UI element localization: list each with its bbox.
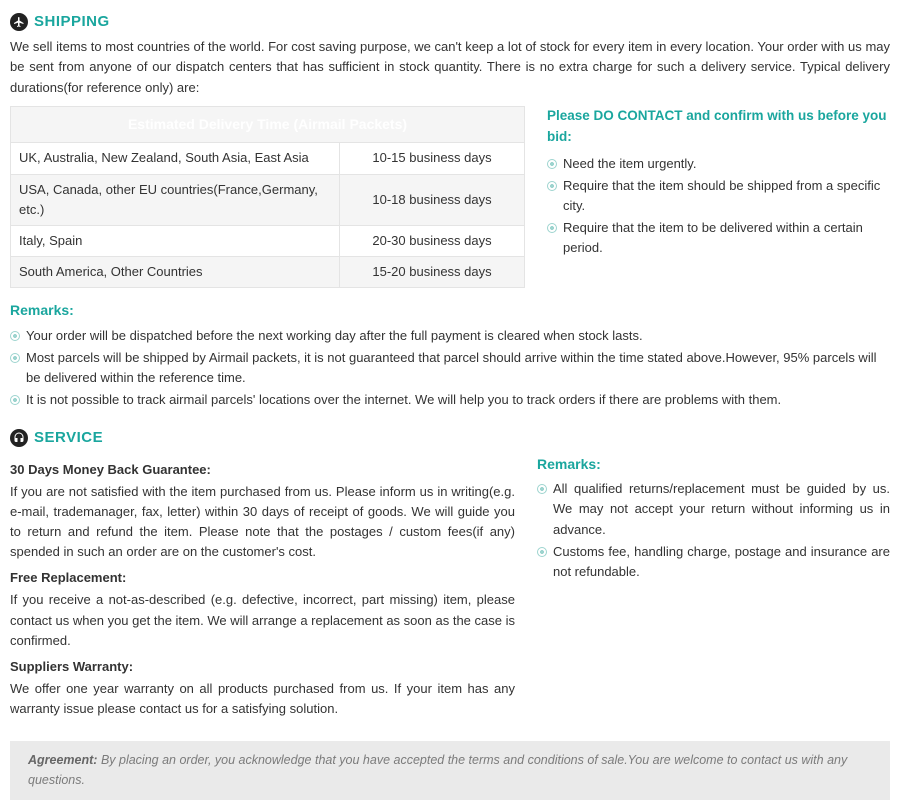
delivery-table-wrap: Estimated Delivery Time (Airmail Packets… [10,106,525,288]
bullet-icon [547,159,557,169]
agreement-text: By placing an order, you acknowledge tha… [28,753,847,786]
list-text: All qualified returns/replacement must b… [553,479,890,539]
list-item: Require that the item to be delivered wi… [547,218,890,258]
bullet-icon [537,484,547,494]
service-right-col: Remarks: All qualified returns/replaceme… [537,454,890,584]
list-text: Customs fee, handling charge, postage an… [553,542,890,582]
bullet-icon [10,331,20,341]
shipping-remarks-title: Remarks: [10,300,890,322]
list-text: Require that the item to be delivered wi… [563,218,890,258]
region-cell: South America, Other Countries [11,256,340,287]
duration-cell: 15-20 business days [340,256,525,287]
warranty-head: Suppliers Warranty: [10,657,515,677]
table-row: Italy, Spain20-30 business days [11,225,525,256]
shipping-header: SHIPPING [10,10,890,33]
duration-cell: 10-18 business days [340,174,525,225]
guarantee-body: If you are not satisfied with the item p… [10,482,515,563]
duration-cell: 20-30 business days [340,225,525,256]
table-row: South America, Other Countries15-20 busi… [11,256,525,287]
service-title: SERVICE [34,426,103,449]
list-text: Your order will be dispatched before the… [26,326,643,346]
region-cell: USA, Canada, other EU countries(France,G… [11,174,340,225]
service-remarks-title: Remarks: [537,454,890,476]
shipping-title: SHIPPING [34,10,110,33]
list-item: All qualified returns/replacement must b… [537,479,890,539]
service-header: SERVICE [10,426,890,449]
bullet-icon [547,181,557,191]
headset-icon [10,429,28,447]
delivery-table: Estimated Delivery Time (Airmail Packets… [10,106,525,288]
list-item: It is not possible to track airmail parc… [10,390,890,410]
list-item: Customs fee, handling charge, postage an… [537,542,890,582]
duration-cell: 10-15 business days [340,143,525,174]
bullet-icon [10,395,20,405]
list-item: Most parcels will be shipped by Airmail … [10,348,890,388]
table-row: USA, Canada, other EU countries(France,G… [11,174,525,225]
agreement-label: Agreement: [28,753,97,767]
delivery-table-title: Estimated Delivery Time (Airmail Packets… [11,106,525,143]
table-row: UK, Australia, New Zealand, South Asia, … [11,143,525,174]
list-text: Most parcels will be shipped by Airmail … [26,348,890,388]
airplane-icon [10,13,28,31]
warranty-body: We offer one year warranty on all produc… [10,679,515,719]
list-item: Require that the item should be shipped … [547,176,890,216]
contact-heading: Please DO CONTACT and confirm with us be… [547,106,890,148]
service-left-col: 30 Days Money Back Guarantee: If you are… [10,454,515,720]
list-text: Require that the item should be shipped … [563,176,890,216]
contact-box: Please DO CONTACT and confirm with us be… [547,106,890,261]
list-item: Your order will be dispatched before the… [10,326,890,346]
bullet-icon [547,223,557,233]
region-cell: Italy, Spain [11,225,340,256]
bullet-icon [10,353,20,363]
list-text: Need the item urgently. [563,154,696,174]
list-text: It is not possible to track airmail parc… [26,390,781,410]
region-cell: UK, Australia, New Zealand, South Asia, … [11,143,340,174]
replacement-head: Free Replacement: [10,568,515,588]
bullet-icon [537,547,547,557]
agreement-footer: Agreement: By placing an order, you ackn… [10,741,890,800]
guarantee-head: 30 Days Money Back Guarantee: [10,460,515,480]
shipping-intro: We sell items to most countries of the w… [10,37,890,97]
replacement-body: If you receive a not-as-described (e.g. … [10,590,515,650]
list-item: Need the item urgently. [547,154,890,174]
